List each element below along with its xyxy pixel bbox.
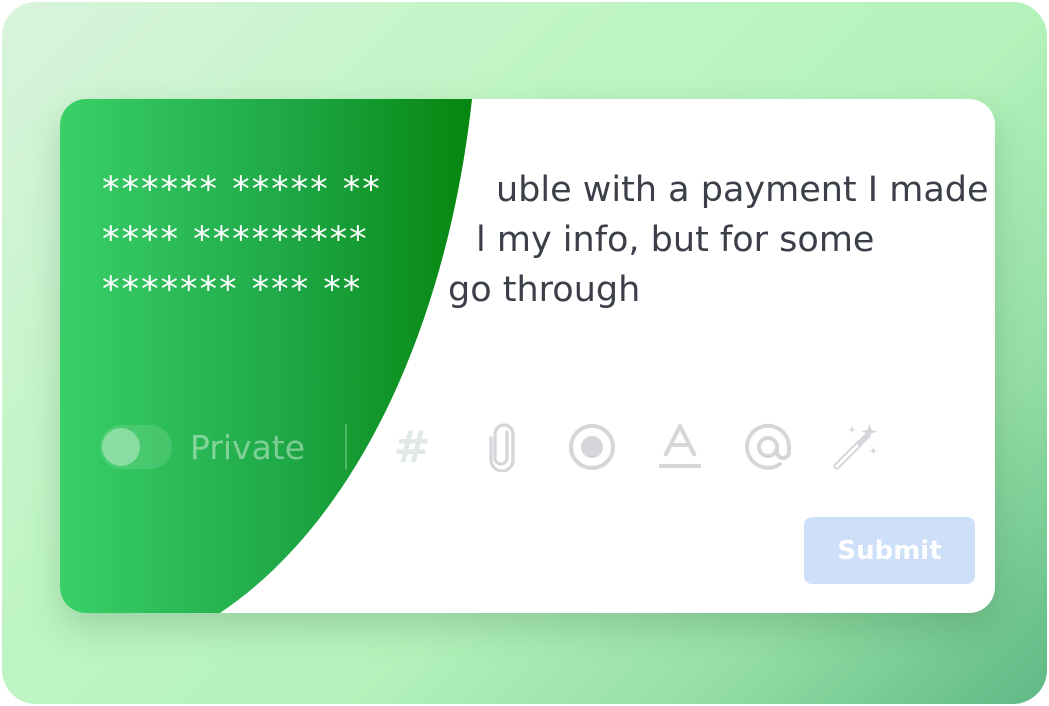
- message-text-fragment: go through: [448, 270, 641, 310]
- redacted-text: ****** ***** **: [102, 170, 382, 210]
- record-icon[interactable]: [567, 422, 617, 472]
- hashtag-icon[interactable]: #: [387, 422, 437, 473]
- background-frame: ****** ***** ** uble with a payment I ma…: [2, 2, 1047, 704]
- private-label: Private: [190, 427, 306, 467]
- message-line: ****** ***** ** uble with a payment I ma…: [102, 165, 989, 215]
- message-line: ******* *** ** go through: [102, 265, 982, 315]
- message-text-fragment: uble with a payment I made: [496, 170, 989, 210]
- composer-toolbar: Private #: [100, 421, 920, 473]
- submit-button[interactable]: Submit: [804, 517, 975, 584]
- message-composer-card: ****** ***** ** uble with a payment I ma…: [60, 99, 995, 613]
- paperclip-icon[interactable]: [477, 422, 527, 472]
- toolbar-divider: [345, 424, 348, 470]
- redacted-text: **** *********: [102, 220, 369, 260]
- magic-wand-icon[interactable]: [831, 422, 881, 472]
- message-text-fragment: l my info, but for some: [476, 220, 875, 260]
- text-format-icon[interactable]: [655, 422, 705, 472]
- private-toggle[interactable]: [100, 425, 172, 469]
- toggle-knob: [102, 428, 140, 466]
- redacted-text: ******* *** **: [102, 270, 363, 310]
- message-text[interactable]: ****** ***** ** uble with a payment I ma…: [102, 165, 989, 315]
- at-mention-icon[interactable]: [743, 422, 793, 472]
- message-line: **** ********* l my info, but for some: [102, 215, 982, 265]
